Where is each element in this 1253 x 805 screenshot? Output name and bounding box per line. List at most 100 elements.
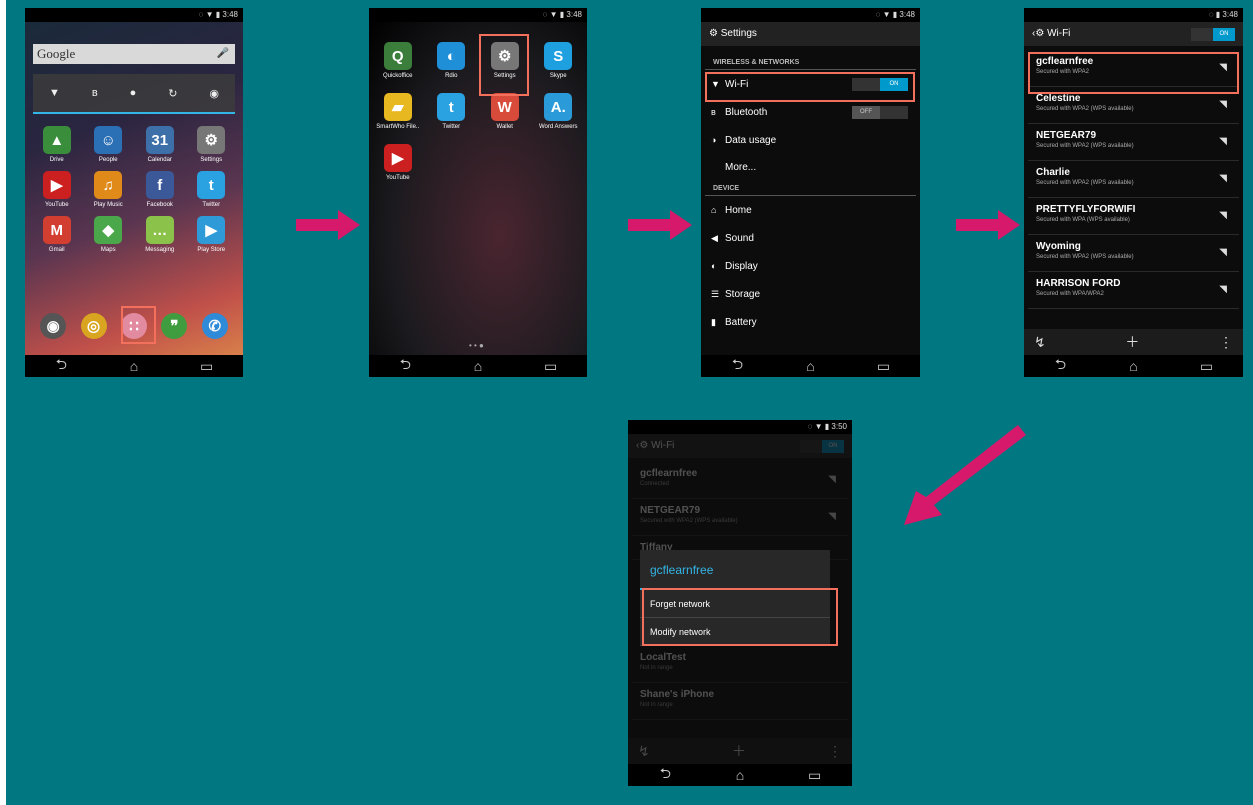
home-icon[interactable]: ⌂: [463, 358, 493, 374]
wifi-network-row[interactable]: Charlie Secured with WPA2 (WPS available)…: [1028, 161, 1239, 198]
sound-row[interactable]: ◀ Sound: [701, 224, 920, 252]
wifi-master-switch[interactable]: ON: [1191, 28, 1235, 41]
app-label: Rdio: [445, 73, 458, 79]
bluetooth-switch[interactable]: OFF: [852, 106, 908, 119]
network-security: Secured with WPA2 (WPS available): [1036, 106, 1134, 112]
wifi-network-row[interactable]: gcflearnfree Connected ◥: [632, 462, 848, 499]
bluetooth-toggle-icon[interactable]: ʙ: [92, 87, 98, 99]
wifi-network-row[interactable]: HARRISON FORD Secured with WPA/WPA2 ◥: [1028, 272, 1239, 309]
app-play-music[interactable]: ♫ Play Music: [83, 171, 135, 208]
wifi-network-row[interactable]: PRETTYFLYFORWIFI Secured with WPA (WPS av…: [1028, 198, 1239, 235]
up-settings-icon[interactable]: ‹⚙: [636, 440, 648, 451]
app-quickoffice[interactable]: Q Quickoffice: [371, 42, 425, 79]
back-icon[interactable]: ⮌: [46, 354, 76, 377]
drawer-app-grid: Q Quickoffice ◐ Rdio ⚙ Settings S Skype ▰ SmartWh…: [371, 42, 585, 181]
status-time: 3:48: [1222, 10, 1238, 19]
wps-icon[interactable]: ↯: [638, 743, 650, 760]
wifi-network-row[interactable]: Wyoming Secured with WPA2 (WPS available)…: [1028, 235, 1239, 272]
play-store-icon: ▶: [197, 216, 226, 244]
wifi-signal-icon: ◥: [1219, 284, 1227, 295]
app-wallet[interactable]: W Wallet: [478, 93, 532, 130]
app-messaging[interactable]: … Messaging: [134, 216, 186, 253]
phone-icon[interactable]: ✆: [201, 313, 228, 339]
home-icon[interactable]: ⌂: [1119, 358, 1149, 374]
hangouts-icon[interactable]: ❞: [161, 313, 188, 339]
wifi-network-row[interactable]: NETGEAR79 Secured with WPA2 (WPS availabl…: [632, 499, 848, 536]
up-settings-icon[interactable]: ‹⚙: [1032, 28, 1044, 39]
app-people[interactable]: ☺ People: [83, 126, 135, 163]
facebook-icon: f: [145, 171, 174, 199]
app-calendar[interactable]: 31 Calendar: [134, 126, 186, 163]
app-play-store[interactable]: ▶ Play Store: [186, 216, 238, 253]
recents-icon[interactable]: ▭: [192, 358, 222, 375]
display-row[interactable]: ◐ Display: [701, 252, 920, 280]
wifi-network-row[interactable]: LocalTest Not in range: [632, 646, 848, 683]
app-maps[interactable]: ◆ Maps: [83, 216, 135, 253]
wifi-master-state: ON: [1213, 28, 1235, 41]
wifi-toggle-icon[interactable]: ▼: [49, 87, 60, 99]
recents-icon[interactable]: ▭: [536, 358, 566, 375]
recents-icon[interactable]: ▭: [800, 767, 830, 784]
back-icon[interactable]: ⮌: [650, 763, 680, 786]
home-icon[interactable]: ⌂: [725, 767, 755, 783]
app-twitter[interactable]: t Twitter: [186, 171, 238, 208]
back-icon[interactable]: ⮌: [390, 354, 420, 377]
google-search-bar[interactable]: Google 🎤: [33, 44, 235, 64]
wps-icon[interactable]: ↯: [1034, 334, 1046, 351]
more-row[interactable]: More...: [701, 154, 920, 182]
app-skype[interactable]: S Skype: [532, 42, 586, 79]
status-bar: ◌ ▮ 3:48: [1024, 8, 1243, 22]
app-label: Skype: [549, 73, 567, 79]
action-bar: ‹⚙ Wi-Fi ON: [1024, 22, 1243, 46]
app-smartwho-file[interactable]: ▰ SmartWho File..: [371, 93, 425, 130]
network-name: NETGEAR79: [640, 505, 701, 516]
back-icon[interactable]: ⮌: [1046, 354, 1076, 377]
wifi-dialog-screen: ◌ ▼ ▮ 3:50 ‹⚙ Wi-Fi ON gcflearnfree Conne…: [628, 420, 852, 786]
app-label: YouTube: [44, 202, 69, 208]
storage-row[interactable]: ☰ Storage: [701, 280, 920, 308]
messaging-icon: …: [145, 216, 174, 244]
bluetooth-row[interactable]: ʙ Bluetooth OFF: [701, 98, 920, 126]
mic-icon[interactable]: 🎤: [217, 44, 229, 64]
app-youtube[interactable]: ▶ YouTube: [31, 171, 83, 208]
network-name: PRETTYFLYFORWIFI: [1036, 204, 1136, 215]
wifi-network-row[interactable]: NETGEAR79 Secured with WPA2 (WPS availabl…: [1028, 124, 1239, 161]
app-settings[interactable]: ⚙ Settings: [186, 126, 238, 163]
section-header-device: DEVICE: [705, 182, 916, 196]
sync-toggle-icon[interactable]: ↻: [168, 87, 177, 100]
app-word-answers[interactable]: A. Word Answers: [532, 93, 586, 130]
brightness-toggle-icon[interactable]: ◉: [209, 87, 219, 100]
wifi-master-switch[interactable]: ON: [800, 440, 844, 453]
network-name: Wyoming: [1036, 241, 1081, 252]
network-security: Secured with WPA/WPA2: [1036, 291, 1104, 297]
data-usage-row[interactable]: ◑ Data usage: [701, 126, 920, 154]
play-music-icon: ♫: [94, 171, 123, 199]
network-security: Secured with WPA2 (WPS available): [1036, 254, 1134, 260]
battery-row[interactable]: ▮ Battery: [701, 308, 920, 336]
overflow-menu-icon[interactable]: ⋮: [828, 743, 842, 760]
overflow-menu-icon[interactable]: ⋮: [1219, 334, 1233, 351]
network-status: Secured with WPA2 (WPS available): [640, 518, 738, 524]
recents-icon[interactable]: ▭: [1192, 358, 1222, 375]
home-icon[interactable]: ⌂: [119, 358, 149, 374]
app-gmail[interactable]: M Gmail: [31, 216, 83, 253]
camera-icon[interactable]: ◉: [40, 313, 67, 339]
chrome-icon[interactable]: ◎: [80, 313, 107, 339]
wifi-network-row[interactable]: Shane's iPhone Not in range: [632, 683, 848, 720]
app-youtube[interactable]: ▶ YouTube: [371, 144, 425, 181]
wifi-highlight: [705, 72, 915, 102]
home-icon[interactable]: ⌂: [796, 358, 826, 374]
youtube-icon: ▶: [42, 171, 71, 199]
back-icon[interactable]: ⮌: [723, 354, 753, 377]
add-network-icon[interactable]: ＋: [732, 741, 746, 761]
home-row[interactable]: ⌂ Home: [701, 196, 920, 224]
recents-icon[interactable]: ▭: [869, 358, 899, 375]
app-facebook[interactable]: f Facebook: [134, 171, 186, 208]
home-label: Home: [725, 205, 752, 216]
google-label: Google: [37, 46, 76, 61]
app-twitter[interactable]: t Twitter: [425, 93, 479, 130]
app-rdio[interactable]: ◐ Rdio: [425, 42, 479, 79]
location-toggle-icon[interactable]: ●: [130, 87, 137, 99]
app-drive[interactable]: ▲ Drive: [31, 126, 83, 163]
add-network-icon[interactable]: ＋: [1125, 332, 1139, 352]
